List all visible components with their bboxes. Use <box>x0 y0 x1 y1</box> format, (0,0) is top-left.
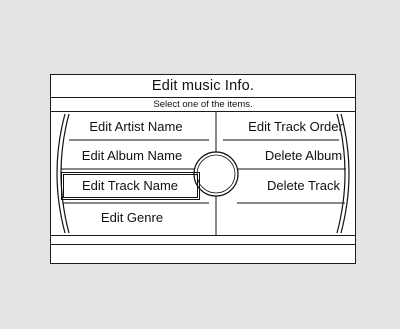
menu-area: Edit Artist Name Edit Album Name Edit Tr… <box>51 112 355 235</box>
menu-item-delete-album[interactable]: Delete Album <box>241 148 355 163</box>
menu-item-edit-track-name[interactable]: Edit Track Name <box>55 178 205 193</box>
screen-title: Edit music Info. <box>51 75 355 98</box>
screen-subtitle: Select one of the items. <box>51 98 355 112</box>
menu-item-edit-track-order[interactable]: Edit Track Order <box>233 119 355 134</box>
menu-item-edit-artist-name[interactable]: Edit Artist Name <box>61 119 211 134</box>
navigation-screen: Edit music Info. Select one of the items… <box>50 74 356 264</box>
bottom-status-bar <box>51 235 355 245</box>
menu-item-edit-album-name[interactable]: Edit Album Name <box>57 148 207 163</box>
menu-item-delete-track[interactable]: Delete Track <box>241 178 355 193</box>
menu-item-edit-genre[interactable]: Edit Genre <box>57 210 207 225</box>
